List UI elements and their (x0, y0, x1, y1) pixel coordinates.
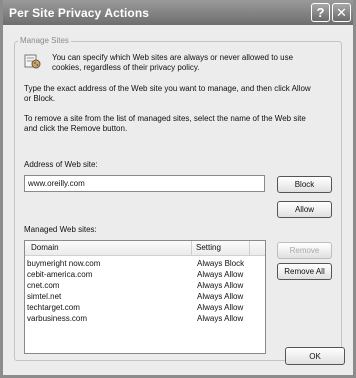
domain-cell: varbusiness.com (27, 314, 88, 323)
domain-cell: cebit-america.com (27, 270, 93, 279)
dialog-window: Per Site Privacy Actions ? ✕ Manage Site… (0, 0, 356, 378)
setting-cell: Always Allow (197, 281, 244, 290)
address-label: Address of Web site: (24, 160, 98, 169)
table-row[interactable]: varbusiness.com Always Allow (25, 313, 265, 324)
list-rows: buymeright now.com Always Block cebit-am… (25, 256, 265, 324)
remove-all-button[interactable]: Remove All (277, 263, 332, 280)
table-row[interactable]: cebit-america.com Always Allow (25, 269, 265, 280)
ok-button[interactable]: OK (285, 347, 345, 365)
address-input[interactable]: www.oreilly.com (24, 175, 265, 192)
domain-cell: techtarget.com (27, 303, 80, 312)
instructions-line1: Type the exact address of the Web site y… (24, 84, 311, 93)
domain-cell: simtel.net (27, 292, 62, 301)
manage-sites-legend: Manage Sites (18, 36, 71, 45)
title-buttons: ? ✕ (311, 3, 351, 22)
table-row[interactable]: buymeright now.com Always Block (25, 258, 265, 269)
column-header-setting[interactable]: Setting (192, 241, 250, 255)
title-bar[interactable]: Per Site Privacy Actions ? ✕ (3, 0, 353, 25)
allow-button[interactable]: Allow (277, 201, 332, 218)
managed-sites-label: Managed Web sites: (24, 225, 97, 234)
cookie-info-icon (24, 54, 41, 69)
domain-cell: buymeright now.com (27, 259, 101, 268)
intro-text-line2: cookies, regardless of their privacy pol… (52, 63, 200, 72)
table-row[interactable]: cnet.com Always Allow (25, 280, 265, 291)
remove-button[interactable]: Remove (277, 242, 332, 259)
close-icon[interactable]: ✕ (332, 3, 351, 22)
dialog-title: Per Site Privacy Actions (9, 5, 150, 20)
help-icon[interactable]: ? (311, 3, 330, 22)
domain-cell: cnet.com (27, 281, 60, 290)
managed-sites-list[interactable]: Domain Setting buymeright now.com Always… (24, 240, 266, 354)
remove-instructions-line2: and click the Remove button. (24, 124, 128, 133)
remove-instructions-line1: To remove a site from the list of manage… (24, 114, 306, 123)
intro-text-line1: You can specify which Web sites are alwa… (52, 53, 294, 62)
setting-cell: Always Allow (197, 292, 244, 301)
instructions-line2: or Block. (24, 94, 56, 103)
block-button[interactable]: Block (277, 176, 332, 193)
setting-cell: Always Allow (197, 303, 244, 312)
dialog-body: Manage Sites You can specify which Web s… (3, 25, 353, 375)
setting-cell: Always Allow (197, 270, 244, 279)
column-header-domain[interactable]: Domain (25, 241, 192, 255)
setting-cell: Always Allow (197, 314, 244, 323)
table-row[interactable]: simtel.net Always Allow (25, 291, 265, 302)
list-header: Domain Setting (25, 241, 265, 256)
table-row[interactable]: techtarget.com Always Allow (25, 302, 265, 313)
setting-cell: Always Block (197, 259, 245, 268)
